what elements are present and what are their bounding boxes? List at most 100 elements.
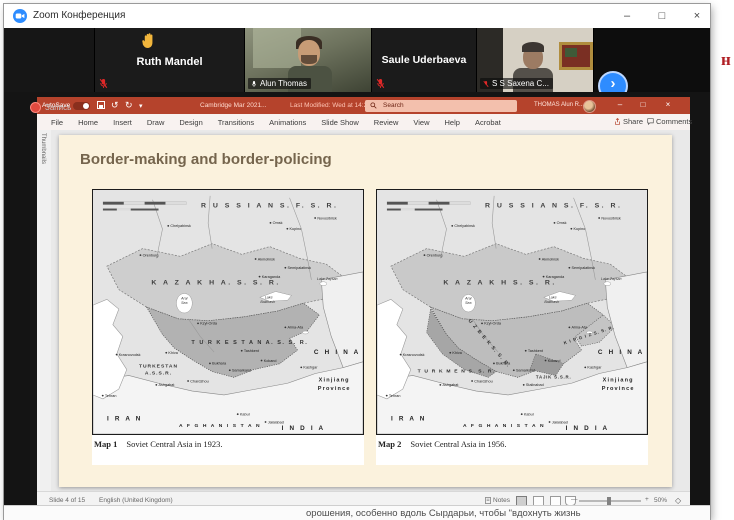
map-label: Province bbox=[318, 386, 351, 392]
map-label: TURKESTAN bbox=[139, 364, 178, 370]
map-label: Chelyabinsk bbox=[454, 224, 475, 228]
save-icon[interactable] bbox=[97, 101, 105, 109]
map-label: Samarkand bbox=[232, 369, 251, 373]
maximize-button[interactable]: □ bbox=[645, 4, 679, 28]
search-box[interactable] bbox=[365, 100, 517, 112]
map-shape bbox=[401, 209, 415, 211]
map-label: Aral bbox=[464, 296, 472, 300]
ppt-filename[interactable]: Cambridge Mar 2021... bbox=[200, 102, 266, 109]
participant-tile-ruth[interactable]: Ruth Mandel bbox=[95, 28, 245, 92]
map-label: Novosibirsk bbox=[317, 216, 337, 220]
map-label: Jalalabad bbox=[552, 420, 568, 424]
map-shape bbox=[584, 366, 586, 368]
participant-name-bar: S S Saxena C... bbox=[480, 78, 553, 89]
ribbon-tab-view[interactable]: View bbox=[413, 118, 429, 127]
ppt-close-button[interactable]: × bbox=[660, 100, 676, 109]
account-name[interactable]: THOMAS Alun R... bbox=[534, 102, 584, 108]
shared-screen-area: Запись AutoSave ↺ ↻ ▾ Cambridge Mar 2021… bbox=[4, 92, 710, 505]
map-label: Semipalatinsk bbox=[288, 266, 312, 270]
map-shape bbox=[539, 258, 541, 260]
ribbon-tab-insert[interactable]: Insert bbox=[113, 118, 132, 127]
ppt-last-modified[interactable]: Last Modified: Wed at 14:26 bbox=[290, 102, 371, 109]
ribbon-tab-animations[interactable]: Animations bbox=[269, 118, 306, 127]
map-label: R U S S I A N S. F. S. R. bbox=[485, 203, 622, 210]
map-shape bbox=[241, 350, 243, 352]
map-2-caption: Map 2Soviet Central Asia in 1956. bbox=[378, 439, 506, 449]
close-button[interactable]: × bbox=[680, 4, 714, 28]
share-button[interactable]: Share bbox=[614, 117, 643, 126]
map-shape bbox=[124, 202, 145, 205]
thumbnails-panel[interactable]: Thumbnails bbox=[37, 130, 52, 491]
map-shape bbox=[284, 267, 286, 269]
map-shape bbox=[424, 254, 426, 256]
participant-tile-saxena[interactable]: S S Saxena C... bbox=[477, 28, 594, 92]
notes-icon bbox=[485, 497, 491, 504]
ribbon-tab-acrobat[interactable]: Acrobat bbox=[475, 118, 501, 127]
ribbon-tab-review[interactable]: Review bbox=[374, 118, 399, 127]
participant-tile-alun[interactable]: Alun Thomas bbox=[245, 28, 372, 92]
map-label: Orenburg bbox=[427, 253, 443, 257]
slide-canvas: Border-making and border-policing R U S … bbox=[51, 130, 690, 491]
map-shape bbox=[525, 350, 527, 352]
map-label: Krasnovodsk bbox=[403, 353, 425, 357]
zoom-slider-knob[interactable] bbox=[607, 497, 611, 505]
map-label: Stalinabad bbox=[526, 383, 544, 387]
zoom-in-button[interactable]: + bbox=[645, 496, 649, 503]
muted-mic-icon bbox=[376, 78, 385, 89]
search-input[interactable] bbox=[381, 101, 505, 110]
ribbon-tab-draw[interactable]: Draw bbox=[147, 118, 165, 127]
map-label: Kzyl-Orda bbox=[484, 322, 502, 326]
map-shape bbox=[400, 354, 402, 356]
map-label: Lake bbox=[265, 295, 273, 299]
map-label: Karaganda bbox=[546, 275, 565, 279]
map-shape bbox=[523, 384, 525, 386]
participant-name: Ruth Mandel bbox=[95, 56, 244, 68]
map-shape bbox=[554, 222, 556, 224]
map-label: K A Z A K H A. S. S. R. bbox=[151, 280, 280, 287]
map-2: R U S S I A N S. F. S. R. Novosibirsk Chel… bbox=[376, 189, 648, 465]
undo-icon[interactable]: ↺ bbox=[111, 100, 119, 111]
map-label: R U S S I A N S. F. S. R. bbox=[201, 203, 338, 210]
fit-slide-icon[interactable]: ◇ bbox=[675, 496, 681, 505]
ribbon-tab-home[interactable]: Home bbox=[78, 118, 98, 127]
map-1-frame: R U S S I A N S. F. S. R.NovosibirskChel… bbox=[92, 189, 364, 435]
ribbon-tab-help[interactable]: Help bbox=[445, 118, 460, 127]
map-label: Kzyl-Orda bbox=[200, 322, 218, 326]
minimize-button[interactable]: – bbox=[610, 4, 644, 28]
map-shape bbox=[261, 360, 263, 362]
map-shape bbox=[270, 222, 272, 224]
map-label: Tashkent bbox=[244, 349, 260, 353]
map-shape bbox=[165, 352, 167, 354]
map-label: Kokand bbox=[548, 359, 561, 363]
map-shape bbox=[314, 217, 316, 219]
map-label: Bukhara bbox=[496, 362, 511, 366]
window-title: Zoom Конференция bbox=[33, 10, 125, 21]
map-label: Novosibirsk bbox=[601, 216, 621, 220]
map-shape bbox=[604, 282, 611, 286]
map-1-caption: Map 1Soviet Central Asia in 1923. bbox=[94, 439, 222, 449]
map-2-frame: R U S S I A N S. F. S. R. Novosibirsk Chel… bbox=[376, 189, 648, 435]
ppt-restore-button[interactable]: □ bbox=[635, 100, 651, 109]
map-shape bbox=[568, 267, 570, 269]
ppt-minimize-button[interactable]: – bbox=[612, 100, 628, 109]
ribbon-tab-transitions[interactable]: Transitions bbox=[218, 118, 254, 127]
quick-access-caret-icon[interactable]: ▾ bbox=[139, 102, 143, 110]
map-shape bbox=[521, 413, 523, 415]
zoom-out-button[interactable]: — bbox=[571, 496, 578, 503]
participant-tile-saule[interactable]: Saule Uderbaeva bbox=[372, 28, 477, 92]
ribbon-tab-design[interactable]: Design bbox=[179, 118, 202, 127]
ribbon-tab-file[interactable]: File bbox=[51, 118, 63, 127]
map-label: A F G H A N I S T A N bbox=[179, 423, 261, 429]
map-label: I R A N bbox=[391, 415, 427, 422]
zoom-percentage[interactable]: 50% bbox=[654, 497, 667, 504]
recording-label: Запись bbox=[45, 103, 71, 112]
map-label: Kupino bbox=[290, 227, 302, 231]
ribbon-tab-slide-show[interactable]: Slide Show bbox=[321, 118, 359, 127]
language-status[interactable]: English (United Kingdom) bbox=[99, 497, 173, 504]
comments-button[interactable]: Comments bbox=[647, 117, 692, 126]
avatar[interactable] bbox=[583, 100, 596, 113]
share-icon bbox=[614, 118, 621, 125]
redo-icon[interactable]: ↻ bbox=[125, 100, 133, 111]
notes-button[interactable]: Notes bbox=[485, 497, 510, 504]
participant-tile-empty[interactable] bbox=[4, 28, 95, 92]
